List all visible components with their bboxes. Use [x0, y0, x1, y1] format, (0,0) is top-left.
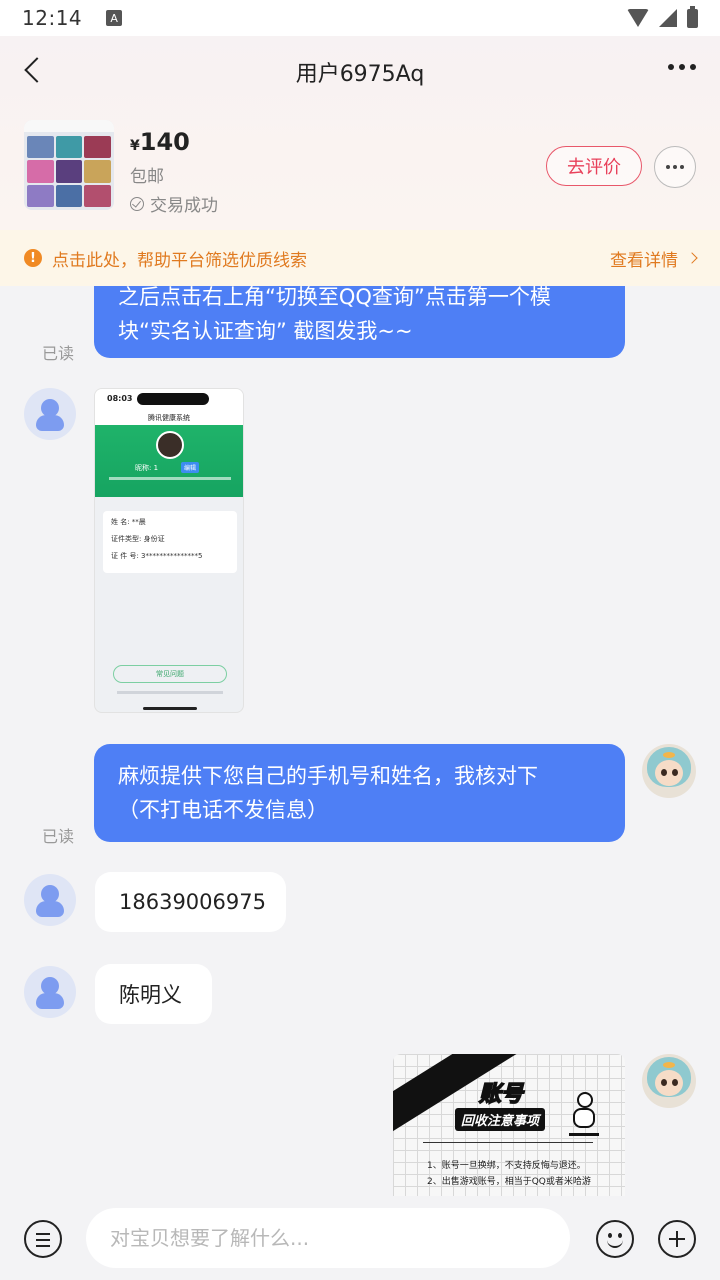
add-icon[interactable]: [658, 1220, 696, 1258]
message-line: 块“实名认证查询” 截图发我~~: [118, 319, 413, 343]
read-receipt: 已读: [42, 827, 75, 846]
warning-icon: !: [24, 249, 42, 267]
chat-header: 用户6975Aq ¥140 包邮 交易成功 去评价: [0, 36, 720, 230]
product-card[interactable]: ¥140 包邮 交易成功: [24, 120, 218, 216]
notice-text: 点击此处，帮助平台筛选优质线索: [52, 250, 307, 271]
message-line: 之后点击右上角“切换至QQ查询”点击第一个模: [118, 286, 551, 309]
message-list[interactable]: 之后点击右上角“切换至QQ查询”点击第一个模 块“实名认证查询” 截图发我~~ …: [0, 286, 720, 1196]
message-input[interactable]: [86, 1208, 570, 1268]
wifi-icon: [627, 9, 649, 27]
outgoing-message[interactable]: 之后点击右上角“切换至QQ查询”点击第一个模 块“实名认证查询” 截图发我~~: [94, 286, 625, 358]
status-time: 12:14: [22, 6, 83, 30]
menu-icon[interactable]: [24, 1220, 62, 1258]
view-details-link[interactable]: 查看详情: [610, 246, 698, 271]
deal-status-text: 交易成功: [150, 196, 218, 216]
shot-nav-title: 腾讯健康系统: [95, 411, 243, 425]
product-more-button[interactable]: [654, 146, 696, 188]
emoji-icon[interactable]: [596, 1220, 634, 1258]
avatar[interactable]: [24, 966, 76, 1018]
notification-a-icon: A: [106, 10, 123, 26]
image-message[interactable]: 08:03 腾讯健康系统 昵称: 1 编辑 姓 名: **晨 证件类型: 身份证…: [94, 388, 244, 713]
shot-button: 常见问题: [113, 665, 227, 683]
price-value: 140: [139, 128, 190, 156]
image-message[interactable]: 账号 回收注意事项 1、账号一旦换绑，不支持反悔与退还。 2、出售游戏账号，相当…: [393, 1054, 625, 1196]
shot-info-card: 姓 名: **晨 证件类型: 身份证 证 件 号: 3*************…: [103, 511, 237, 573]
shot-row: 证 件 号: 3***************5: [111, 552, 203, 560]
outgoing-message[interactable]: 麻烦提供下您自己的手机号和姓名，我核对下 （不打电话不发信息）: [94, 744, 625, 842]
product-price: ¥140: [130, 128, 218, 156]
incoming-message[interactable]: 陈明义: [95, 964, 212, 1024]
message-line: （不打电话不发信息）: [118, 798, 328, 822]
deal-status: 交易成功: [130, 191, 218, 216]
check-circle-icon: [130, 196, 144, 211]
shot-badge: 编辑: [181, 462, 200, 473]
image-rule: 1、账号一旦换绑，不支持反悔与退还。: [427, 1161, 586, 1171]
avatar[interactable]: [24, 874, 76, 926]
incoming-message[interactable]: 18639006975: [95, 872, 286, 932]
shot-time: 08:03: [107, 394, 133, 403]
chevron-right-icon: [686, 252, 698, 264]
message-text: 陈明义: [119, 983, 182, 1007]
my-avatar[interactable]: [642, 1054, 696, 1108]
my-avatar[interactable]: [642, 744, 696, 798]
status-bar: 12:14 A: [0, 0, 720, 36]
shot-nickname: 昵称: 1: [135, 464, 159, 472]
shot-row: 证件类型: 身份证: [111, 535, 165, 543]
input-bar: [0, 1196, 720, 1280]
review-button[interactable]: 去评价: [546, 146, 642, 186]
currency-symbol: ¥: [130, 138, 140, 154]
product-thumbnail[interactable]: [24, 120, 114, 210]
cartoon-figure-icon: [563, 1090, 607, 1140]
message-text: 18639006975: [119, 890, 266, 914]
image-subtitle: 回收注意事项: [455, 1108, 546, 1131]
view-details-label: 查看详情: [610, 250, 678, 271]
shot-row: 姓 名: **晨: [111, 518, 146, 526]
avatar[interactable]: [24, 388, 76, 440]
image-rule: 2、出售游戏账号，相当于QQ或者米哈游: [427, 1177, 591, 1187]
shipping-label: 包邮: [130, 167, 164, 187]
message-line: 麻烦提供下您自己的手机号和姓名，我核对下: [118, 764, 538, 788]
battery-icon: [687, 5, 698, 28]
read-receipt: 已读: [42, 344, 75, 363]
image-title: 账号: [478, 1081, 524, 1108]
shot-avatar: [156, 431, 184, 459]
signal-icon: [659, 9, 677, 27]
page-title: 用户6975Aq: [295, 62, 425, 87]
notice-bar[interactable]: ! 点击此处，帮助平台筛选优质线索 查看详情: [0, 230, 720, 286]
more-options-icon[interactable]: [668, 64, 696, 70]
